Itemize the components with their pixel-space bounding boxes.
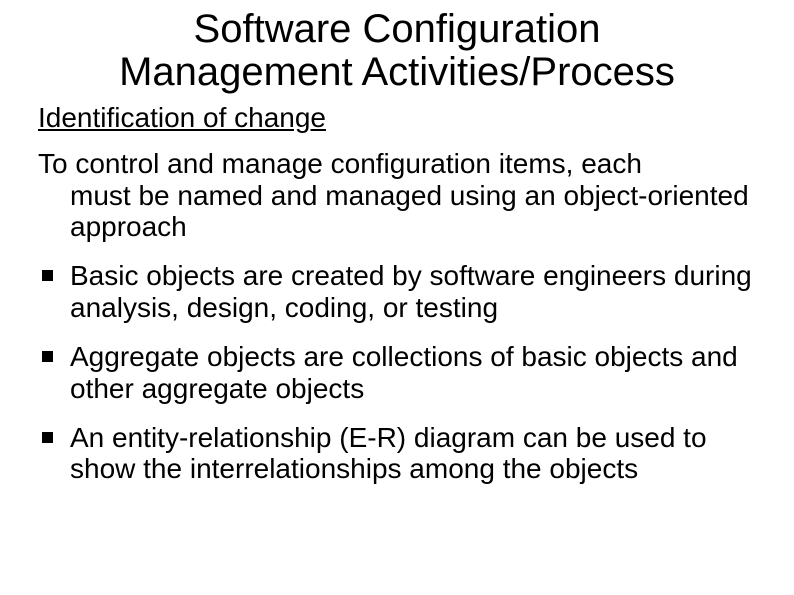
square-bullet-icon (42, 432, 53, 443)
list-item: An entity-relationship (E-R) diagram can… (38, 422, 756, 485)
title-line-1: Software Configuration (194, 7, 601, 51)
section-heading: Identification of change (38, 102, 756, 134)
intro-rest: must be named and managed using an objec… (38, 180, 756, 243)
intro-first-line: To control and manage configuration item… (38, 148, 642, 179)
bullet-text: Basic objects are created by software en… (70, 260, 756, 323)
title-line-2: Management Activities/Process (119, 50, 675, 94)
bullet-text: Aggregate objects are collections of bas… (70, 341, 756, 404)
bullet-text: An entity-relationship (E-R) diagram can… (70, 422, 756, 485)
bullet-list: Basic objects are created by software en… (38, 260, 756, 484)
square-bullet-icon (42, 270, 53, 281)
list-item: Basic objects are created by software en… (38, 260, 756, 323)
intro-paragraph: To control and manage configuration item… (38, 148, 756, 242)
list-item: Aggregate objects are collections of bas… (38, 341, 756, 404)
slide: Software Configuration Management Activi… (0, 0, 794, 595)
slide-title: Software Configuration Management Activi… (38, 8, 756, 94)
square-bullet-icon (42, 351, 53, 362)
